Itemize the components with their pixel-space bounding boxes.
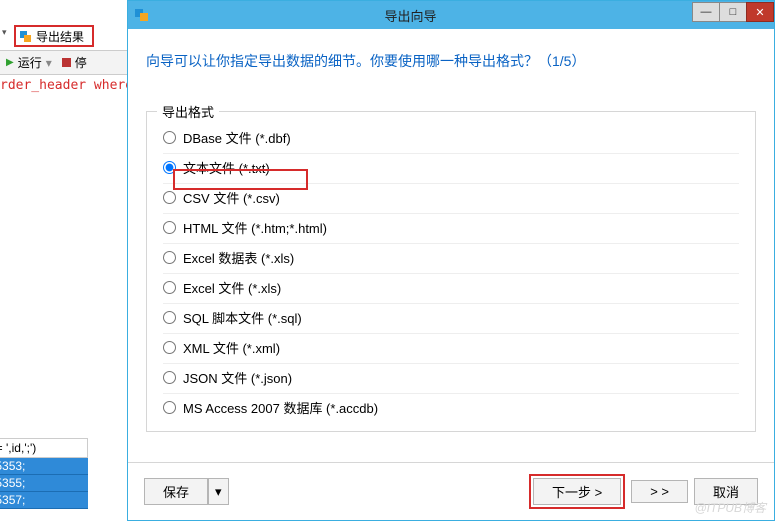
- format-label: HTML 文件 (*.htm;*.html): [183, 218, 327, 237]
- tab-label: 导出结果: [36, 28, 84, 45]
- format-option[interactable]: XML 文件 (*.xml): [163, 334, 739, 364]
- export-wizard-window: 导出向导 — □ ✕ 向导可以让你指定导出数据的细节。你要使用哪一种导出格式？（…: [127, 0, 775, 521]
- window-title: 导出向导: [128, 6, 693, 25]
- table-row[interactable]: 535357;: [0, 492, 88, 509]
- format-option[interactable]: Excel 文件 (*.xls): [163, 274, 739, 304]
- format-radio[interactable]: [163, 401, 176, 414]
- format-option[interactable]: 文本文件 (*.txt): [163, 154, 739, 184]
- table-row[interactable]: 535355;: [0, 475, 88, 492]
- format-option[interactable]: SQL 脚本文件 (*.sql): [163, 304, 739, 334]
- save-dropdown-button[interactable]: ▾: [208, 478, 229, 505]
- group-legend: 导出格式: [157, 102, 219, 121]
- editor-toolbar: ▶ 运行 ▾ 停: [0, 50, 127, 75]
- format-option[interactable]: DBase 文件 (*.dbf): [163, 124, 739, 154]
- format-radio[interactable]: [163, 281, 176, 294]
- format-radio[interactable]: [163, 191, 176, 204]
- format-label: DBase 文件 (*.dbf): [183, 128, 291, 147]
- format-option[interactable]: JSON 文件 (*.json): [163, 364, 739, 394]
- save-button[interactable]: 保存: [144, 478, 208, 505]
- skip-button[interactable]: > >: [631, 480, 688, 503]
- format-label: Excel 数据表 (*.xls): [183, 248, 294, 267]
- next-button[interactable]: 下一步 >: [533, 478, 621, 505]
- wizard-footer: 保存 ▾ 下一步 > > > 取消: [128, 462, 774, 520]
- highlight-box: 下一步 >: [529, 474, 625, 509]
- format-radio[interactable]: [163, 341, 176, 354]
- format-radio[interactable]: [163, 131, 176, 144]
- format-label: CSV 文件 (*.csv): [183, 188, 280, 207]
- cancel-button[interactable]: 取消: [694, 478, 758, 505]
- tab-export-result[interactable]: 导出结果: [14, 25, 94, 47]
- format-label: Excel 文件 (*.xls): [183, 278, 281, 297]
- format-label: MS Access 2007 数据库 (*.accdb): [183, 398, 378, 417]
- stop-icon[interactable]: [62, 58, 71, 67]
- format-radio[interactable]: [163, 221, 176, 234]
- format-radio[interactable]: [163, 251, 176, 264]
- format-label: 文本文件 (*.txt): [183, 158, 270, 177]
- minimize-button[interactable]: —: [692, 2, 720, 22]
- export-icon: [19, 29, 33, 43]
- format-option[interactable]: MS Access 2007 数据库 (*.accdb): [163, 394, 739, 423]
- result-grid: id = ',id,';') 535353; 535355; 535357;: [0, 438, 88, 509]
- stop-label[interactable]: 停: [75, 54, 87, 71]
- wizard-instruction: 向导可以让你指定导出数据的细节。你要使用哪一种导出格式？（1/5）: [128, 29, 774, 71]
- run-label[interactable]: 运行: [18, 54, 42, 71]
- play-icon[interactable]: ▶: [6, 57, 14, 68]
- dropdown-caret-icon[interactable]: ▾: [2, 27, 7, 38]
- editor-background: ▾ 导出结果 ▶ 运行 ▾ 停 rder_header where id = '…: [0, 0, 127, 521]
- format-option[interactable]: CSV 文件 (*.csv): [163, 184, 739, 214]
- format-option[interactable]: HTML 文件 (*.htm;*.html): [163, 214, 739, 244]
- format-radio[interactable]: [163, 371, 176, 384]
- format-label: JSON 文件 (*.json): [183, 368, 292, 387]
- export-format-group: 导出格式 DBase 文件 (*.dbf)文本文件 (*.txt)CSV 文件 …: [146, 111, 756, 432]
- format-label: SQL 脚本文件 (*.sql): [183, 308, 302, 327]
- sql-code-fragment: rder_header where: [0, 78, 133, 93]
- maximize-button[interactable]: □: [719, 2, 747, 22]
- table-row[interactable]: 535353;: [0, 458, 88, 475]
- close-button[interactable]: ✕: [746, 2, 774, 22]
- format-radio[interactable]: [163, 311, 176, 324]
- result-header: id = ',id,';'): [0, 438, 88, 458]
- format-option[interactable]: Excel 数据表 (*.xls): [163, 244, 739, 274]
- format-radio[interactable]: [163, 161, 176, 174]
- titlebar[interactable]: 导出向导 — □ ✕: [128, 1, 774, 29]
- format-label: XML 文件 (*.xml): [183, 338, 280, 357]
